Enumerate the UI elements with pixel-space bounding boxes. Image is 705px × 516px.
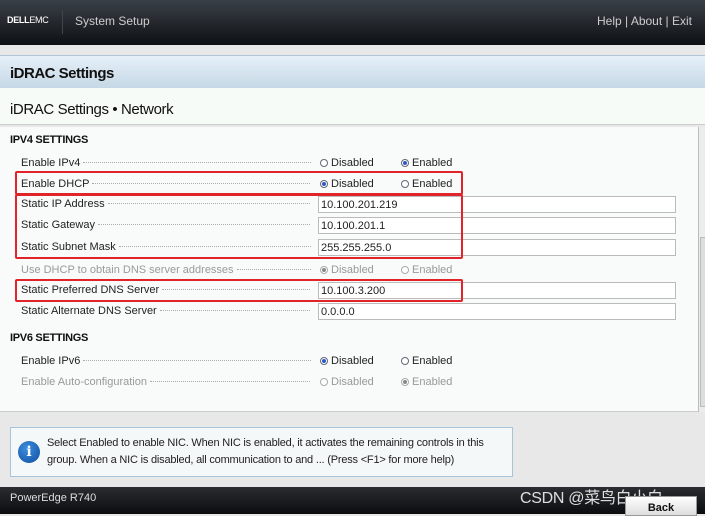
link-separator: |	[621, 14, 631, 28]
highlight-box-static-ip	[15, 194, 463, 259]
alternate-dns-row: Static Alternate DNS Server	[21, 303, 681, 321]
dns-dhcp-enabled-radio[interactable]: Enabled	[401, 264, 452, 276]
help-box: i Select Enabled to enable NIC. When NIC…	[10, 427, 513, 477]
auto-config-enabled-radio[interactable]: Enabled	[401, 376, 452, 388]
ipv4-heading: IPV4 SETTINGS	[10, 134, 89, 146]
field-label: Enable IPv6	[21, 355, 311, 367]
page-title: iDRAC Settings	[10, 65, 114, 82]
scrollbar[interactable]	[698, 127, 705, 412]
top-bar: DELLEMC System Setup Help | About | Exit	[0, 0, 705, 45]
scrollbar-thumb[interactable]	[700, 237, 705, 407]
dell-emc-logo: DELLEMC	[7, 15, 49, 25]
enable-ipv6-row: Enable IPv6 Disabled Enabled	[21, 353, 681, 371]
field-label: Use DHCP to obtain DNS server addresses	[21, 264, 311, 276]
field-label: Static Alternate DNS Server	[21, 305, 311, 317]
enable-ipv4-enabled-radio[interactable]: Enabled	[401, 157, 452, 169]
highlight-box-dns	[15, 279, 463, 302]
link-separator: |	[662, 14, 672, 28]
breadcrumb: iDRAC Settings • Network	[0, 88, 705, 125]
help-text: Select Enabled to enable NIC. When NIC i…	[47, 437, 484, 466]
field-label: Enable Auto-configuration	[21, 376, 311, 388]
highlight-box-dhcp	[15, 171, 463, 195]
info-icon: i	[18, 441, 40, 463]
exit-link[interactable]: Exit	[672, 14, 692, 28]
dns-dhcp-disabled-radio[interactable]: Disabled	[320, 264, 374, 276]
help-link[interactable]: Help	[597, 14, 622, 28]
section-title: iDRAC Settings • Network	[10, 101, 174, 118]
back-button[interactable]: Back	[625, 496, 697, 516]
enable-ipv6-enabled-radio[interactable]: Enabled	[401, 355, 452, 367]
page-header: iDRAC Settings	[0, 55, 705, 88]
auto-config-disabled-radio[interactable]: Disabled	[320, 376, 374, 388]
divider	[62, 10, 63, 34]
enable-ipv4-disabled-radio[interactable]: Disabled	[320, 157, 374, 169]
field-label: Enable IPv4	[21, 157, 311, 169]
system-model: PowerEdge R740	[10, 492, 97, 504]
dns-from-dhcp-row: Use DHCP to obtain DNS server addresses …	[21, 262, 681, 280]
enable-ipv6-disabled-radio[interactable]: Disabled	[320, 355, 374, 367]
top-links: Help | About | Exit	[597, 14, 692, 28]
alternate-dns-input[interactable]	[318, 303, 676, 320]
about-link[interactable]: About	[631, 14, 662, 28]
ipv6-heading: IPV6 SETTINGS	[10, 332, 89, 344]
auto-config-row: Enable Auto-configuration Disabled Enabl…	[21, 374, 681, 392]
app-title: System Setup	[75, 14, 150, 28]
